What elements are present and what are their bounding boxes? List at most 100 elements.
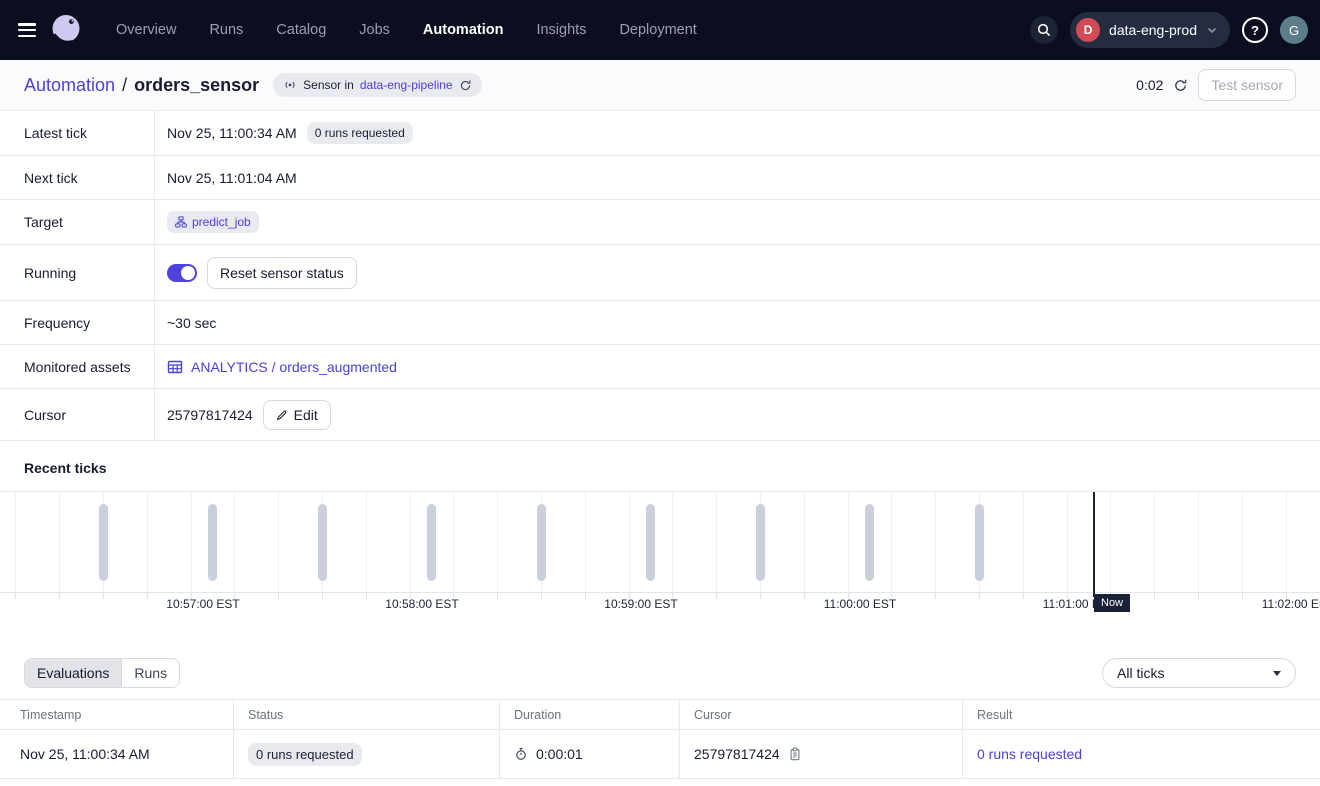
sensor-details: Latest tick Nov 25, 11:00:34 AM 0 runs r… xyxy=(0,111,1320,441)
timeline-gridline xyxy=(191,492,192,592)
tick-filter-dropdown[interactable]: All ticks xyxy=(1102,658,1296,688)
timeline-axis-label: 10:59:00 EST xyxy=(604,597,677,611)
row-target: Target predict_job xyxy=(0,200,1320,245)
tick-bar[interactable] xyxy=(646,504,655,581)
timeline-gridline xyxy=(453,492,454,592)
nav-item-deployment[interactable]: Deployment xyxy=(619,22,696,38)
frequency-label: Frequency xyxy=(0,301,155,344)
tick-bar[interactable] xyxy=(208,504,217,581)
tick-bar[interactable] xyxy=(865,504,874,581)
nav-item-runs[interactable]: Runs xyxy=(209,22,243,38)
recent-ticks-heading: Recent ticks xyxy=(0,441,1320,491)
nav-item-overview[interactable]: Overview xyxy=(116,22,176,38)
column-header-duration: Duration xyxy=(499,700,679,729)
monitored-asset-link[interactable]: ANALYTICS / orders_augmented xyxy=(167,359,397,375)
refresh-icon[interactable] xyxy=(1173,78,1188,93)
timeline-gridline xyxy=(15,492,16,592)
caret-down-icon xyxy=(1273,671,1281,676)
now-badge: Now xyxy=(1094,594,1130,612)
reload-location-icon[interactable] xyxy=(459,79,472,92)
row-cursor: 25797817424 xyxy=(694,746,780,762)
timeline-gridline xyxy=(935,492,936,592)
timeline-axis-tick xyxy=(497,593,498,599)
code-location-link[interactable]: data-eng-pipeline xyxy=(360,78,453,92)
nav-item-catalog[interactable]: Catalog xyxy=(276,22,326,38)
timeline-axis-label: 11:00:00 EST xyxy=(824,597,897,611)
timeline-gridline xyxy=(497,492,498,592)
row-frequency: Frequency ~30 sec xyxy=(0,301,1320,345)
row-monitored-assets: Monitored assets ANALYTICS / orders_augm… xyxy=(0,345,1320,389)
test-sensor-button[interactable]: Test sensor xyxy=(1198,69,1296,101)
timeline-gridline xyxy=(672,492,673,592)
tick-bar[interactable] xyxy=(537,504,546,581)
eval-table-header: TimestampStatusDurationCursorResult xyxy=(0,699,1320,730)
workspace-selector[interactable]: D data-eng-prod xyxy=(1070,12,1230,48)
tab-evaluations[interactable]: Evaluations xyxy=(25,659,121,687)
timeline-axis-tick xyxy=(103,593,104,599)
timeline-gridline xyxy=(59,492,60,592)
timeline-gridline xyxy=(410,492,411,592)
timeline-gridline xyxy=(629,492,630,592)
reset-sensor-status-button[interactable]: Reset sensor status xyxy=(207,257,357,289)
timeline-gridline xyxy=(147,492,148,592)
tab-runs[interactable]: Runs xyxy=(121,659,179,687)
latest-tick-time: Nov 25, 11:00:34 AM xyxy=(167,125,297,141)
edit-cursor-button[interactable]: Edit xyxy=(263,400,331,430)
monitored-assets-label: Monitored assets xyxy=(0,345,155,388)
column-header-status: Status xyxy=(233,700,499,729)
breadcrumb-separator: / xyxy=(122,75,127,96)
tick-bar[interactable] xyxy=(99,504,108,581)
timeline-gridline xyxy=(1154,492,1155,592)
timeline-baseline xyxy=(0,592,1320,593)
running-label: Running xyxy=(0,245,155,300)
nav-item-jobs[interactable]: Jobs xyxy=(359,22,390,38)
evaluations-controls: Evaluations Runs All ticks xyxy=(24,658,1296,688)
tick-bar[interactable] xyxy=(975,504,984,581)
timeline-gridline xyxy=(1242,492,1243,592)
workspace-initial-badge: D xyxy=(1076,18,1100,42)
timeline-gridline xyxy=(1023,492,1024,592)
nav-item-automation[interactable]: Automation xyxy=(423,22,504,38)
row-cursor: Cursor 25797817424 Edit xyxy=(0,389,1320,441)
help-button[interactable]: ? xyxy=(1242,17,1268,43)
question-icon: ? xyxy=(1251,23,1259,38)
avatar[interactable]: G xyxy=(1280,16,1308,44)
timeline-axis-tick xyxy=(1242,593,1243,599)
sensor-badge-prefix: Sensor in xyxy=(303,78,354,92)
next-tick-label: Next tick xyxy=(0,156,155,199)
timeline-axis-label: 10:58:00 EST xyxy=(385,597,458,611)
job-icon xyxy=(175,216,187,228)
dagster-logo-icon[interactable] xyxy=(46,10,86,50)
search-button[interactable] xyxy=(1030,16,1058,44)
page-title: orders_sensor xyxy=(134,75,259,96)
tick-bar[interactable] xyxy=(318,504,327,581)
cursor-label: Cursor xyxy=(0,389,155,440)
row-status-badge: 0 runs requested xyxy=(248,743,362,766)
stopwatch-icon xyxy=(514,747,528,761)
tick-bar[interactable] xyxy=(756,504,765,581)
running-toggle[interactable] xyxy=(167,264,197,282)
timeline-axis-tick xyxy=(541,593,542,599)
cursor-value: 25797817424 xyxy=(167,407,253,423)
timeline-axis-tick xyxy=(1023,593,1024,599)
edit-cursor-label: Edit xyxy=(294,407,318,423)
target-label: Target xyxy=(0,200,155,244)
nav-item-insights[interactable]: Insights xyxy=(536,22,586,38)
workspace-name: data-eng-prod xyxy=(1109,22,1197,38)
next-tick-time: Nov 25, 11:01:04 AM xyxy=(167,170,297,186)
copy-cursor-icon[interactable] xyxy=(788,747,802,761)
sensor-icon xyxy=(283,78,297,92)
search-icon xyxy=(1036,22,1052,38)
breadcrumb-automation-link[interactable]: Automation xyxy=(24,75,115,96)
avatar-initial: G xyxy=(1289,23,1299,38)
timeline-axis-tick xyxy=(716,593,717,599)
tick-bar[interactable] xyxy=(427,504,436,581)
target-job-link[interactable]: predict_job xyxy=(167,211,259,233)
timeline-axis-tick xyxy=(1154,593,1155,599)
sensor-location-badge: Sensor in data-eng-pipeline xyxy=(273,73,481,97)
tick-filter-value: All ticks xyxy=(1117,665,1164,681)
row-timestamp: Nov 25, 11:00:34 AM xyxy=(20,746,150,762)
menu-icon[interactable] xyxy=(18,23,36,37)
row-result-link[interactable]: 0 runs requested xyxy=(977,746,1082,762)
timeline-gridline xyxy=(1198,492,1199,592)
